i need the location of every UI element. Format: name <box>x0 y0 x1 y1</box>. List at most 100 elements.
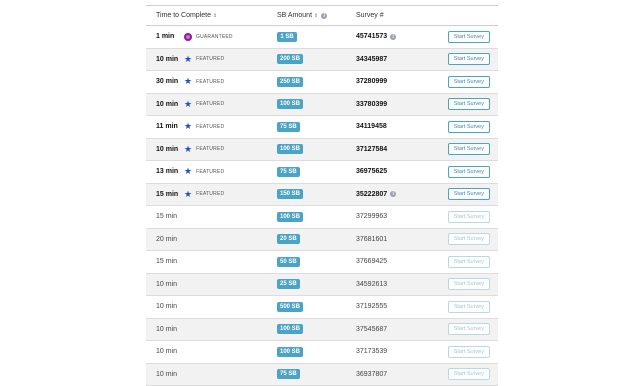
table-row: 20 min 20 SB 37681601 Start Survey <box>146 229 498 252</box>
amount-cell: 150 SB <box>277 184 303 206</box>
time-value: 15 min <box>156 258 177 265</box>
time-cell: 13 min <box>156 161 178 183</box>
star-icon: ★ <box>184 167 192 176</box>
start-survey-button[interactable]: Start Survey <box>448 368 490 380</box>
table-row: 30 min ★FEATURED 250 SB 37280999 Start S… <box>146 71 498 94</box>
badge-label: FEATURED <box>196 101 224 107</box>
table-row: 10 min 500 SB 37192555 Start Survey <box>146 296 498 319</box>
amount-header[interactable]: SB Amount ⇕ i <box>277 6 327 25</box>
survey-id-cell: 37299963 <box>356 206 387 228</box>
sb-amount-badge: 100 SB <box>277 347 303 357</box>
sb-amount-badge: 100 SB <box>277 144 303 154</box>
start-survey-button[interactable]: Start Survey <box>448 301 490 313</box>
start-survey-button[interactable]: Start Survey <box>448 143 490 155</box>
survey-id: 37173539 <box>356 348 387 355</box>
action-cell: Start Survey <box>448 184 490 206</box>
start-survey-button[interactable]: Start Survey <box>448 256 490 268</box>
survey-id: 34592613 <box>356 281 387 288</box>
badge-label: FEATURED <box>196 79 224 85</box>
survey-id-cell: 34592613 <box>356 274 387 296</box>
start-survey-button[interactable]: Start Survey <box>448 98 490 110</box>
survey-id: 37127584 <box>356 146 387 153</box>
info-icon[interactable]: i <box>321 13 327 19</box>
sb-amount-badge: 75 SB <box>277 167 300 177</box>
time-cell: 10 min <box>156 364 177 386</box>
survey-badge: ★FEATURED <box>184 184 224 206</box>
time-value: 10 min <box>156 371 177 378</box>
time-value: 10 min <box>156 348 177 355</box>
sort-icon[interactable]: ⇕ <box>314 13 318 19</box>
sort-icon[interactable]: ⇕ <box>213 13 217 19</box>
survey-id: 37280999 <box>356 78 387 85</box>
table-row: 15 min 50 SB 37669425 Start Survey <box>146 251 498 274</box>
start-survey-button[interactable]: Start Survey <box>448 233 490 245</box>
start-survey-button[interactable]: Start Survey <box>448 346 490 358</box>
table-row: 13 min ★ FEATURED 75 SB 36975625 Start Su… <box>146 161 498 184</box>
survey-id: 37192555 <box>356 303 387 310</box>
start-survey-button[interactable]: Start Survey <box>448 211 490 223</box>
badge-label: GUARANTEED <box>196 34 233 40</box>
survey-id: 37669425 <box>356 258 387 265</box>
survey-id: 36937807 <box>356 371 387 378</box>
star-icon: ★ <box>184 122 192 131</box>
time-cell: 15 min <box>156 184 178 206</box>
badge-label: FEATURED <box>196 56 224 62</box>
survey-id-cell: 37681601 <box>356 229 387 251</box>
start-survey-button[interactable]: Start Survey <box>448 323 490 335</box>
badge-label: FEATURED <box>196 169 224 175</box>
action-cell: Start Survey <box>448 251 490 273</box>
time-value: 1 min <box>156 33 174 40</box>
survey-id: 36975625 <box>356 168 387 175</box>
action-cell: Start Survey <box>448 116 490 138</box>
action-cell: Start Survey <box>448 139 490 161</box>
survey-badge: ★ FEATURED <box>184 116 224 138</box>
info-icon[interactable]: i <box>390 191 396 197</box>
start-survey-button[interactable]: Start Survey <box>448 53 490 65</box>
start-survey-button[interactable]: Start Survey <box>448 278 490 290</box>
time-cell: 30 min <box>156 71 178 93</box>
survey-id: 33780399 <box>356 101 387 108</box>
time-value: 10 min <box>156 56 178 63</box>
amount-cell: 50 SB <box>277 251 300 273</box>
survey-badge: ★ FEATURED <box>184 94 224 116</box>
start-survey-button[interactable]: Start Survey <box>448 121 490 133</box>
badge-label: FEATURED <box>196 146 224 152</box>
sb-amount-badge: 50 SB <box>277 257 300 267</box>
sb-amount-badge: 100 SB <box>277 212 303 222</box>
table-body: 1 min GUARANTEED 1 SB 45741573i Start Su… <box>146 26 498 386</box>
table-header: Time to Complete ⇕ SB Amount ⇕ i Survey … <box>146 6 498 26</box>
amount-cell: 100 SB <box>277 206 303 228</box>
table-row: 11 min ★FEATURED 75 SB 34119458 Start Su… <box>146 116 498 139</box>
action-cell: Start Survey <box>448 49 490 71</box>
sb-amount-badge: 500 SB <box>277 302 303 312</box>
time-cell: 11 min <box>156 116 178 138</box>
star-icon: ★ <box>184 100 192 109</box>
survey-header-label: Survey # <box>356 12 384 19</box>
amount-cell: 100 SB <box>277 139 303 161</box>
action-cell: Start Survey <box>448 206 490 228</box>
sb-amount-badge: 250 SB <box>277 77 303 87</box>
time-cell: 20 min <box>156 229 177 251</box>
amount-cell: 500 SB <box>277 296 303 318</box>
action-cell: Start Survey <box>448 94 490 116</box>
sb-amount-badge: 1 SB <box>277 32 297 42</box>
table-row: 10 min 100 SB 37545687 Start Survey <box>146 319 498 342</box>
sb-amount-badge: 75 SB <box>277 369 300 379</box>
time-value: 13 min <box>156 168 178 175</box>
start-survey-button[interactable]: Start Survey <box>448 188 490 200</box>
table-row: 10 min 25 SB 34592613 Start Survey <box>146 274 498 297</box>
time-cell: 10 min <box>156 296 177 318</box>
table-row: 10 min ★FEATURED 100 SB 37127584 Start S… <box>146 139 498 162</box>
action-cell: Start Survey <box>448 229 490 251</box>
time-header[interactable]: Time to Complete ⇕ <box>156 6 217 25</box>
start-survey-button[interactable]: Start Survey <box>448 166 490 178</box>
start-survey-button[interactable]: Start Survey <box>448 31 490 43</box>
action-cell: Start Survey <box>448 26 490 48</box>
badge-label: FEATURED <box>196 124 224 130</box>
start-survey-button[interactable]: Start Survey <box>448 76 490 88</box>
time-cell: 10 min <box>156 274 177 296</box>
survey-id-cell: 35222807i <box>356 184 396 206</box>
survey-id-cell: 34345987 <box>356 49 387 71</box>
info-icon[interactable]: i <box>390 34 396 40</box>
table-row: 10 min ★FEATURED 200 SB 34345987 Start S… <box>146 49 498 72</box>
